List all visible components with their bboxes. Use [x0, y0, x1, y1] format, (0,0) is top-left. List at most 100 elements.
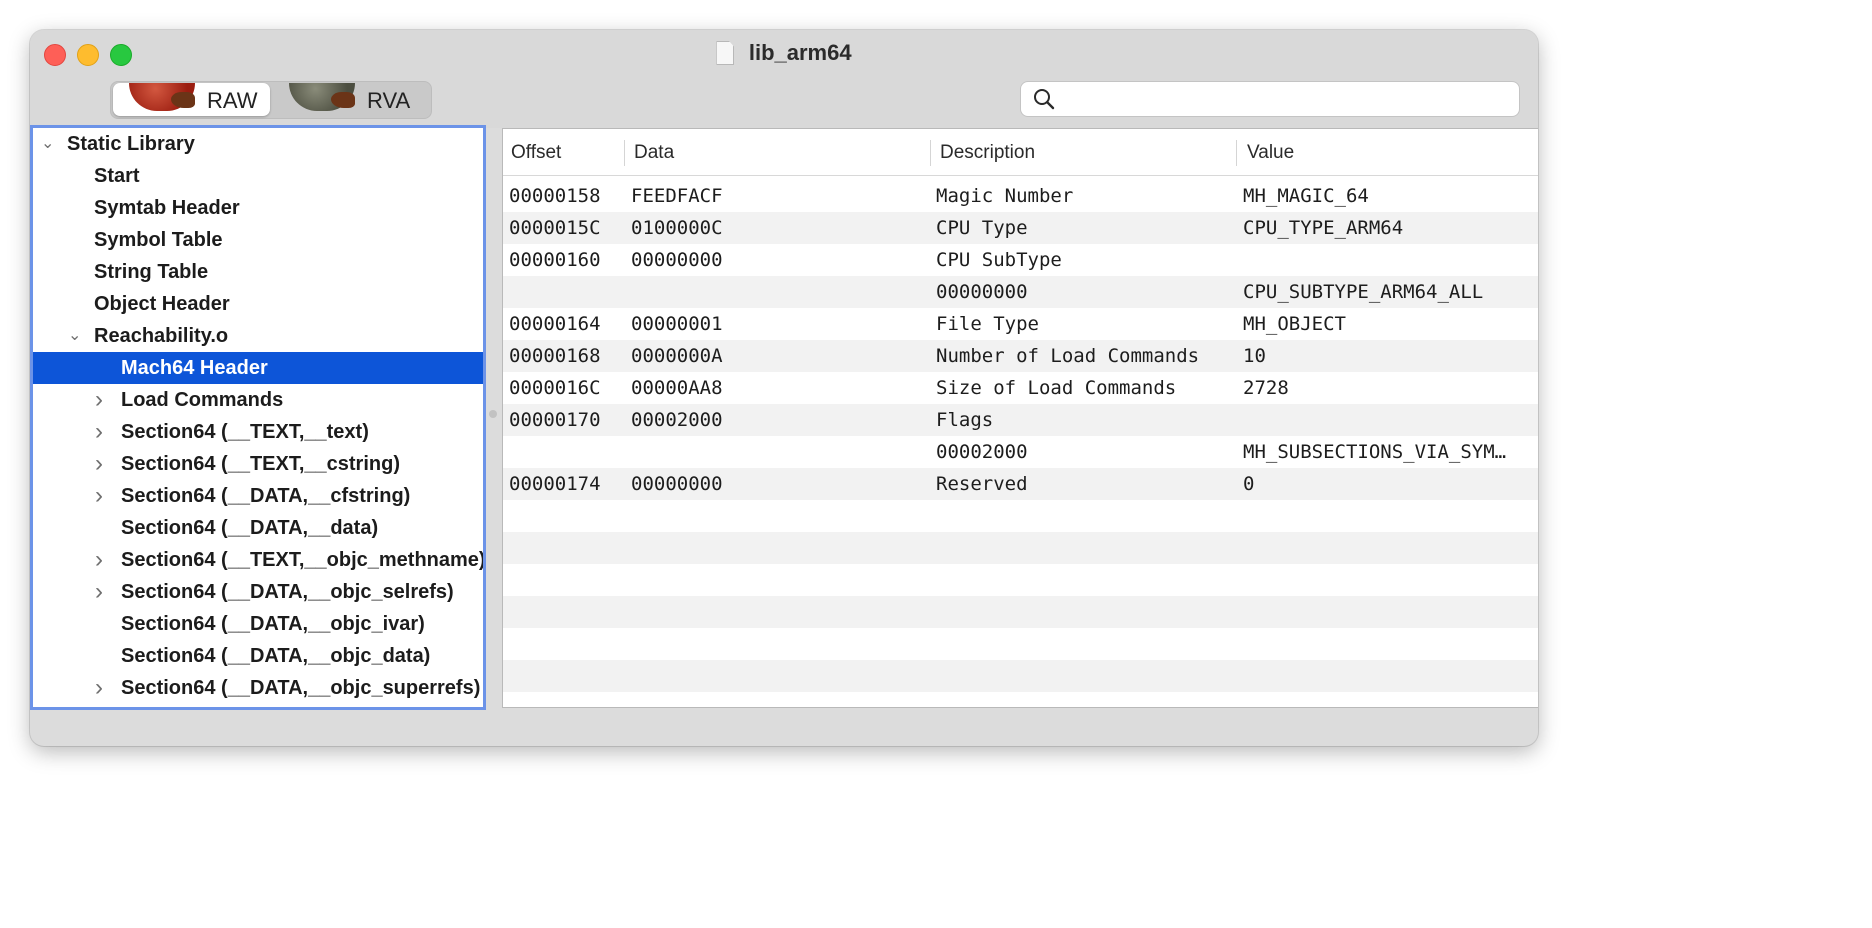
offset-cell: 00000160 [509, 249, 601, 271]
rva-mode-button[interactable]: RVA [273, 83, 429, 116]
description-cell: Flags [936, 409, 994, 431]
chevron-right-icon[interactable]: › [95, 576, 111, 608]
tree-item[interactable]: Section64 (__DATA,__objc_data) [33, 640, 483, 672]
value-cell: MH_MAGIC_64 [1243, 185, 1369, 207]
raw-mode-label: RAW [207, 88, 258, 113]
tree-item[interactable]: › Load Commands [33, 384, 483, 416]
column-divider[interactable] [930, 140, 931, 166]
tree-item[interactable]: ⌄ Reachability.o [33, 320, 483, 352]
description-cell: 00002000 [936, 441, 1028, 463]
chevron-right-icon[interactable]: › [95, 448, 111, 480]
offset-cell: 0000015C [509, 217, 601, 239]
tree-item-label: Static Library [67, 133, 195, 155]
tree-item[interactable]: › Section64 (__DATA,__cfstring) [33, 480, 483, 512]
offset-cell: 00000170 [509, 409, 601, 431]
value-cell: CPU_SUBTYPE_ARM64_ALL [1243, 281, 1484, 303]
table-row[interactable] [503, 596, 1538, 628]
chevron-down-icon[interactable]: ⌄ [41, 128, 57, 160]
table-row[interactable]: 00000160 00000000 CPU SubType [503, 244, 1538, 276]
data-cell: 00000AA8 [631, 377, 723, 399]
tree-item-label: Load Commands [121, 389, 284, 411]
tree-item-label: Section64 (__DATA,__objc_ivar) [121, 613, 425, 635]
value-cell: CPU_TYPE_ARM64 [1243, 217, 1404, 239]
table-row[interactable] [503, 532, 1538, 564]
tree-item[interactable]: › Section64 (__TEXT,__cstring) [33, 448, 483, 480]
tree-item-label: Section64 (__DATA,__cfstring) [121, 485, 411, 507]
chevron-right-icon[interactable]: › [95, 384, 111, 416]
tree-item-label: Mach64 Header [121, 357, 268, 379]
description-cell: File Type [936, 313, 1039, 335]
column-divider[interactable] [624, 140, 625, 166]
description-cell: Number of Load Commands [936, 345, 1200, 367]
tree-item-label: Section64 (__DATA,__objc_selrefs) [121, 581, 454, 603]
tree-item[interactable]: › Section64 (__DATA,__objc_selrefs) [33, 576, 483, 608]
data-cell: 00002000 [631, 409, 723, 431]
tree-item-label: Symtab Header [94, 197, 240, 219]
table-row[interactable]: 00000164 00000001 File Type MH_OBJECT [503, 308, 1538, 340]
search-input[interactable] [1065, 86, 1509, 114]
table-row[interactable] [503, 660, 1538, 692]
table-row[interactable]: 00000000 CPU_SUBTYPE_ARM64_ALL [503, 276, 1538, 308]
column-divider[interactable] [1236, 140, 1237, 166]
tree-item[interactable]: Symtab Header [33, 192, 483, 224]
table-row[interactable] [503, 628, 1538, 660]
tree-item-label: Section64 (__TEXT,__objc_methname) [121, 549, 486, 571]
address-mode-segmented-control: RAW RVA [110, 81, 432, 119]
column-header-offset[interactable]: Offset [511, 142, 561, 164]
chevron-right-icon[interactable]: › [95, 672, 111, 704]
chevron-right-icon[interactable]: › [95, 416, 111, 448]
tree-item[interactable]: Object Header [33, 288, 483, 320]
search-field[interactable] [1020, 81, 1520, 117]
tree-item[interactable]: Section64 (__DATA,__objc_ivar) [33, 608, 483, 640]
tree-item-label: Object Header [94, 293, 230, 315]
rva-mode-label: RVA [367, 88, 411, 113]
chevron-down-icon[interactable]: ⌄ [68, 320, 84, 352]
value-cell: 0 [1243, 473, 1255, 495]
column-header-value[interactable]: Value [1247, 142, 1294, 164]
description-cell: Size of Load Commands [936, 377, 1177, 399]
data-cell: 0000000A [631, 345, 723, 367]
chevron-right-icon[interactable]: › [95, 480, 111, 512]
table-row[interactable]: 00000168 0000000A Number of Load Commands 1… [503, 340, 1538, 372]
search-icon [1034, 89, 1055, 110]
table-row[interactable]: 00000158 FEEDFACF Magic Number MH_MAGIC_64 [503, 180, 1538, 212]
split-view-divider-handle[interactable] [489, 410, 497, 418]
table-row[interactable]: 00000170 00002000 Flags [503, 404, 1538, 436]
table-row[interactable] [503, 564, 1538, 596]
value-cell: MH_OBJECT [1243, 313, 1346, 335]
tree-item-label: Section64 (__DATA,__data) [121, 517, 379, 539]
tree-item[interactable]: › Section64 (__DATA,__objc_superrefs) [33, 672, 483, 704]
tree-item[interactable]: Symbol Table [33, 224, 483, 256]
tree-item[interactable]: Mach64 Header [33, 352, 483, 384]
chevron-right-icon[interactable]: › [95, 544, 111, 576]
description-cell: 00000000 [936, 281, 1028, 303]
offset-cell: 00000174 [509, 473, 601, 495]
tree-item[interactable]: Start [33, 160, 483, 192]
table-row[interactable] [503, 500, 1538, 532]
offset-cell: 00000168 [509, 345, 601, 367]
rva-bird-icon [331, 92, 355, 108]
column-header-description[interactable]: Description [940, 142, 1035, 164]
data-cell: 00000001 [631, 313, 723, 335]
document-icon [716, 41, 735, 65]
tree-item[interactable]: › Section64 (__TEXT,__objc_methname) [33, 544, 483, 576]
description-cell: Reserved [936, 473, 1028, 495]
tree-item[interactable]: › Section64 (__TEXT,__text) [33, 416, 483, 448]
tree-item[interactable]: Section64 (__DATA,__data) [33, 512, 483, 544]
offset-cell: 00000164 [509, 313, 601, 335]
tree-item-label: Section64 (__DATA,__objc_data) [121, 645, 431, 667]
tree-item-label: Section64 (__TEXT,__text) [121, 421, 369, 443]
tree-item-label: Start [94, 165, 140, 187]
structure-tree: ⌄ Static Library Start Symtab Header Symbol … [30, 125, 486, 710]
table-row[interactable]: 0000016C 00000AA8 Size of Load Commands 272… [503, 372, 1538, 404]
table-row[interactable]: 00000174 00000000 Reserved 0 [503, 468, 1538, 500]
tree-item[interactable]: String Table [33, 256, 483, 288]
table-row[interactable]: 00002000 MH_SUBSECTIONS_VIA_SYM… [503, 436, 1538, 468]
tree-item[interactable]: ⌄ Static Library [33, 128, 483, 160]
table-header: Offset Data Description Value [503, 129, 1538, 176]
raw-mode-button[interactable]: RAW [113, 83, 270, 116]
table-row[interactable] [503, 692, 1538, 707]
column-header-data[interactable]: Data [634, 142, 674, 164]
raw-bird-icon [171, 92, 195, 108]
table-row[interactable]: 0000015C 0100000C CPU Type CPU_TYPE_ARM64 [503, 212, 1538, 244]
